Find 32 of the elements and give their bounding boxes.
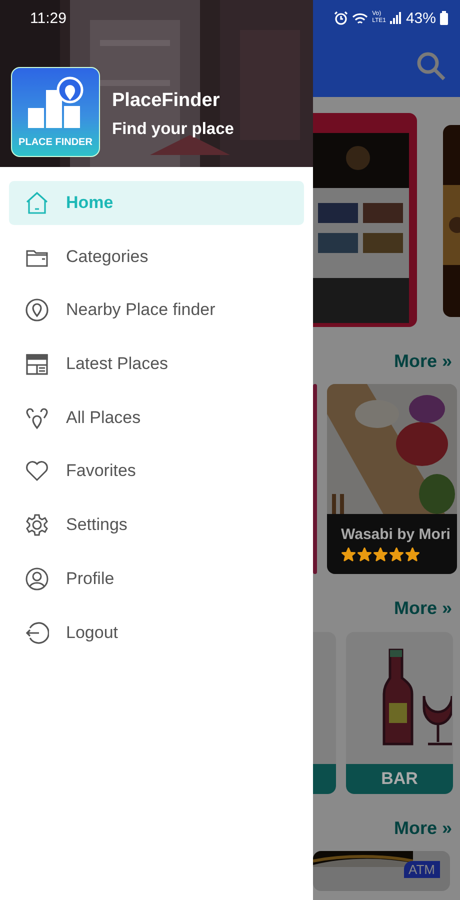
- category-bar: [313, 764, 336, 794]
- menu-item[interactable]: Profile: [9, 556, 304, 601]
- battery-icon: [440, 11, 448, 25]
- alarm-icon: [334, 11, 348, 25]
- logout-icon: [25, 620, 49, 644]
- menu-item[interactable]: Nearby Place finder: [9, 288, 304, 332]
- star-icon: [405, 547, 420, 562]
- search-icon[interactable]: [416, 51, 446, 81]
- category-label: BAR: [346, 764, 453, 794]
- location-pin-icon: [25, 298, 49, 322]
- menu-item[interactable]: Settings: [9, 503, 304, 548]
- star-icon: [357, 547, 372, 562]
- user-icon: [25, 566, 49, 591]
- map-pins-icon: [25, 406, 49, 430]
- menu-item[interactable]: Categories: [9, 234, 304, 279]
- home-icon: [25, 191, 49, 215]
- star-icon: [341, 547, 356, 562]
- menu-item[interactable]: Latest Places: [9, 342, 304, 386]
- menu-item[interactable]: Logout: [9, 610, 304, 654]
- menu-item[interactable]: Favorites: [9, 449, 304, 494]
- category-card[interactable]: BAR: [346, 632, 453, 794]
- wifi-icon: [352, 12, 368, 24]
- star-icon: [389, 547, 404, 562]
- star-icon: [373, 547, 388, 562]
- settings-icon: [25, 513, 49, 538]
- calendar-icon: [25, 352, 49, 376]
- battery-percent: 43%: [406, 10, 436, 26]
- place-name: Wasabi by Mori: [341, 526, 452, 543]
- menu-item[interactable]: All Places: [9, 396, 304, 440]
- signal-icon: [390, 12, 402, 24]
- atm-badge: ATM: [404, 861, 440, 878]
- heart-icon: [25, 459, 49, 484]
